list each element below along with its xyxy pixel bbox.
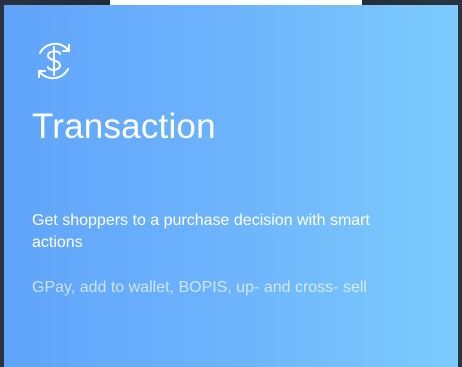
dollar-sync-icon — [31, 38, 77, 84]
card-title: Transaction — [32, 107, 216, 146]
card-subtitle: Get shoppers to a purchase decision with… — [32, 212, 370, 251]
transaction-card[interactable]: Transaction Get shoppers to a purchase d… — [4, 5, 458, 367]
card-details: GPay, add to wallet, BOPIS, up- and cros… — [32, 279, 367, 296]
